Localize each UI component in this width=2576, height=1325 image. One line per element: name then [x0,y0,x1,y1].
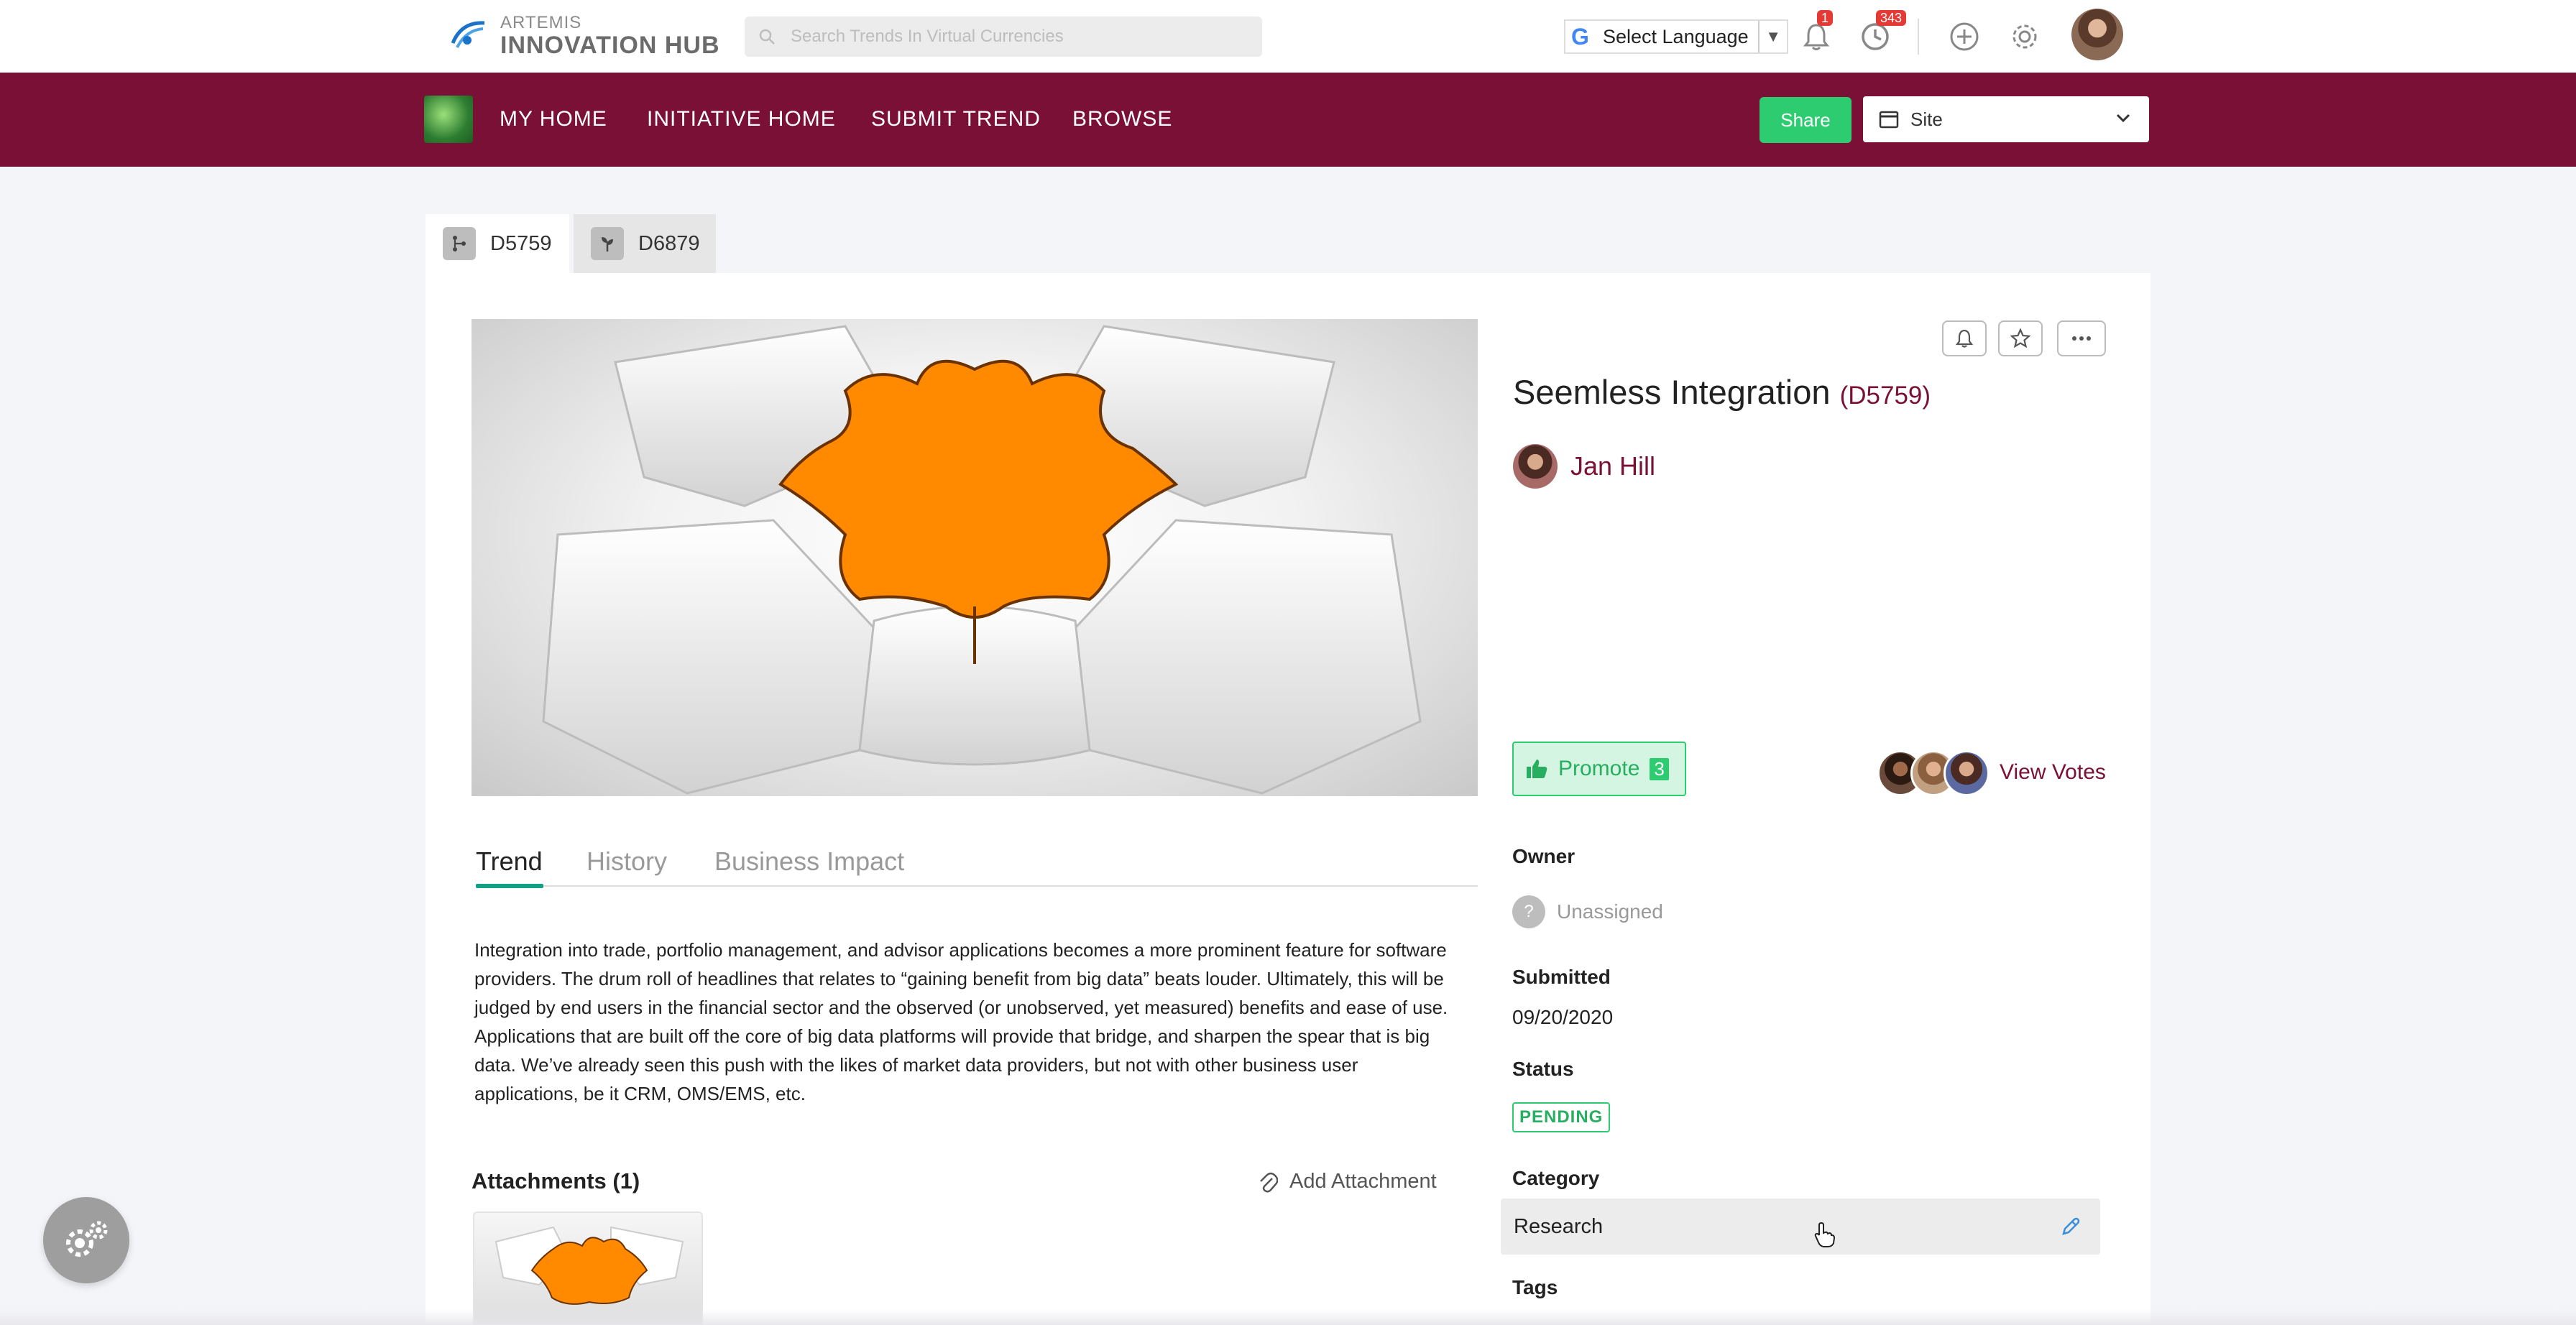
author-avatar[interactable] [1513,444,1558,489]
settings-button[interactable] [2007,19,2043,55]
chevron-down-icon [2116,114,2130,123]
tab-d5759[interactable]: D5759 [426,214,569,273]
attachments-heading: Attachments (1) [472,1168,640,1194]
plus-icon [1950,22,1979,51]
user-avatar[interactable] [2071,9,2123,60]
follow-button[interactable] [1942,320,1987,356]
tab-history[interactable]: History [586,846,667,877]
active-tab-indicator [476,884,543,888]
language-label: Select Language [1603,25,1749,47]
more-options-button[interactable] [2057,320,2106,356]
language-selector[interactable]: G Select Language ▼ [1564,19,1788,54]
voter-avatars[interactable] [1877,750,1990,796]
add-attachment-label: Add Attachment [1289,1170,1437,1193]
logo-swoosh-icon [447,16,492,56]
add-button[interactable] [1946,19,1982,55]
gears-icon [66,1221,108,1257]
calendar-icon [1879,111,1899,129]
branch-icon [443,227,476,260]
tab-label: D5759 [490,231,552,255]
unknown-user-icon: ? [1512,895,1545,928]
trend-description: Integration into trade, portfolio manage… [474,939,1448,1104]
logo-line1: ARTEMIS [500,13,582,32]
logo[interactable]: ARTEMIS INNOVATION HUB [447,13,720,59]
trend-hero-image [472,319,1478,796]
status-label: Status [1512,1058,1574,1080]
pencil-icon[interactable] [2060,1216,2082,1237]
author-name[interactable]: Jan Hill [1570,451,1655,481]
owner-label: Owner [1512,845,1576,867]
tab-label: D6879 [638,231,700,255]
thumbs-up-icon [1527,760,1547,778]
site-select[interactable]: Site [1863,96,2149,142]
bottom-edge [0,1309,2576,1325]
settings-fab[interactable] [43,1197,129,1283]
status-badge: PENDING [1512,1102,1611,1132]
activity-badge: 343 [1876,10,1907,26]
category-value: Research [1514,1214,1604,1238]
category-field[interactable]: Research [1501,1199,2100,1255]
initiative-thumbnail[interactable] [424,96,473,143]
nav-my-home[interactable]: MY HOME [500,107,607,131]
owner-field: ? Unassigned [1512,895,1663,928]
puzzle-thumbnail-image [494,1226,684,1305]
hand-cursor-icon [1814,1222,1836,1247]
nav-submit-trend[interactable]: SUBMIT TREND [871,107,1041,131]
trend-sub-tabs: Trend History Business Impact [476,841,1478,888]
promote-count: 3 [1650,757,1669,780]
share-button[interactable]: Share [1760,97,1852,143]
gear-icon [2012,24,2037,49]
star-icon [2010,328,2030,348]
owner-value: Unassigned [1557,900,1663,923]
trend-code: (D5759) [1839,382,1931,410]
chevron-down-icon: ▼ [1758,21,1781,52]
submitted-value: 09/20/2020 [1512,1006,1614,1028]
tab-business-impact[interactable]: Business Impact [714,846,904,877]
trend-title: Seemless Integration (D5759) [1513,372,1931,412]
bell-icon [1803,24,1830,50]
search-box[interactable] [745,17,1262,57]
view-votes-link[interactable]: View Votes [2000,760,2106,785]
submitted-label: Submitted [1512,966,1611,988]
author[interactable]: Jan Hill [1513,444,1655,489]
notifications-button[interactable]: 1 [1798,10,1834,55]
google-icon: G [1571,23,1589,50]
nav-bar: MY HOME INITIATIVE HOME SUBMIT TREND BRO… [0,73,2576,167]
tab-d6879[interactable]: D6879 [574,214,716,273]
bell-icon [1955,329,1974,348]
tags-label: Tags [1512,1276,1558,1298]
divider [1918,19,1919,55]
sprout-icon [591,227,624,260]
trend-title-text: Seemless Integration [1513,373,1831,411]
nav-browse[interactable]: BROWSE [1072,107,1172,131]
activity-button[interactable]: 343 [1857,10,1907,55]
add-attachment-button[interactable]: Add Attachment [1258,1170,1437,1194]
nav-initiative-home[interactable]: INITIATIVE HOME [647,107,836,131]
notifications-badge: 1 [1817,10,1834,26]
more-icon [2072,336,2091,341]
promote-label: Promote [1558,757,1640,780]
puzzle-illustration [542,325,1422,795]
search-icon [759,29,775,45]
favorite-button[interactable] [1998,320,2043,356]
attachment-thumbnail[interactable] [473,1211,703,1325]
voter-avatar[interactable] [1944,750,1990,796]
promote-button[interactable]: Promote 3 [1512,742,1686,796]
paperclip-icon [1260,1172,1278,1193]
search-input[interactable] [791,27,1251,47]
logo-line2: INNOVATION HUB [500,32,720,59]
category-label: Category [1512,1167,1600,1189]
site-select-label: Site [1910,108,1943,130]
top-bar: ARTEMIS INNOVATION HUB G Select Language… [0,0,2576,73]
tab-trend[interactable]: Trend [476,846,543,877]
